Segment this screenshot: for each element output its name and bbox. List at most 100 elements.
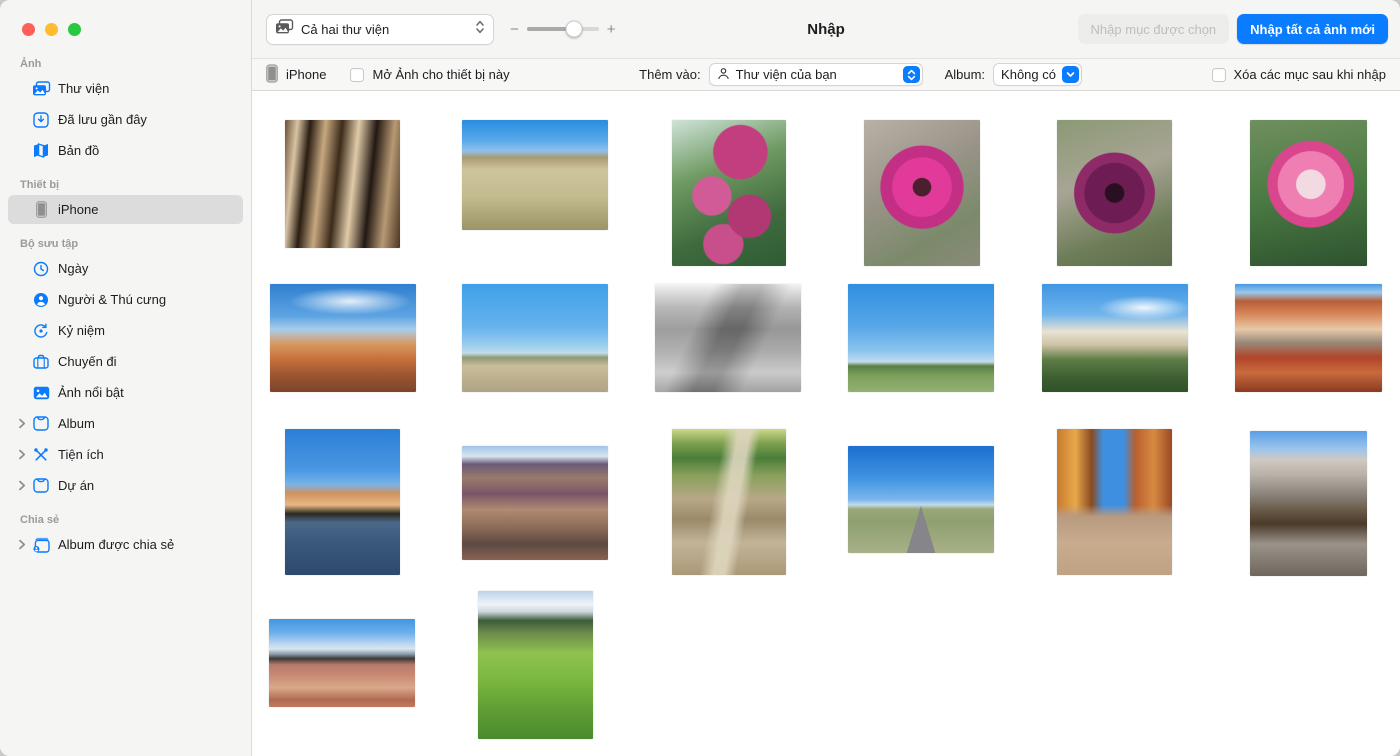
delete-after-import-checkbox[interactable] bbox=[1211, 67, 1226, 82]
sidebar: Ảnh Thư viện Đã lưu gần đây Bản đồ Thiết bị i… bbox=[0, 0, 252, 756]
sidebar-section-thiet-bi: Thiết bị iPhone bbox=[8, 179, 243, 224]
up-down-chevrons-icon bbox=[902, 66, 920, 83]
add-to-value: Thư viện của bạn bbox=[735, 67, 837, 82]
photo-thumbnail-petrified-logs[interactable] bbox=[1250, 431, 1367, 576]
sidebar-item-label: Album được chia sẻ bbox=[58, 537, 175, 552]
sidebar-section-title: Ảnh bbox=[20, 58, 42, 70]
photo-thumbnail-green-meadow[interactable] bbox=[478, 591, 593, 739]
album-select[interactable]: Không có bbox=[993, 63, 1082, 86]
sidebar-item-ngay[interactable]: Ngày bbox=[8, 254, 243, 283]
window-title: Nhập bbox=[807, 20, 845, 38]
sidebar-item-nguoi-thu-cung[interactable]: Người & Thú cưng bbox=[8, 285, 243, 314]
window-controls bbox=[8, 0, 243, 58]
library-filter-select[interactable]: Cả hai thư viện bbox=[266, 13, 494, 45]
photos-stack-icon bbox=[275, 18, 294, 40]
up-down-chevrons-icon bbox=[475, 20, 485, 39]
memories-icon bbox=[30, 323, 52, 339]
chevron-right-icon[interactable] bbox=[14, 418, 30, 429]
sidebar-item-label: Ngày bbox=[58, 261, 89, 276]
photos-app-window: Ảnh Thư viện Đã lưu gần đây Bản đồ Thiết bị i… bbox=[0, 0, 1400, 756]
sidebar-item-label: Dự án bbox=[58, 478, 95, 493]
sidebar-item-du-an[interactable]: Dự án bbox=[8, 471, 243, 500]
photo-thumbnail-pink-orchids[interactable] bbox=[672, 120, 786, 266]
sidebar-section-title: Bộ sưu tập bbox=[20, 238, 79, 250]
sidebar-item-label: Tiện ích bbox=[58, 447, 104, 462]
album-label: Album: bbox=[944, 67, 986, 82]
sidebar-item-label: Người & Thú cưng bbox=[58, 292, 167, 307]
chevron-right-icon[interactable] bbox=[14, 449, 30, 460]
sidebar-item-ban-o[interactable]: Bản đồ bbox=[8, 136, 243, 165]
thumbnail-zoom-slider: − + bbox=[510, 20, 616, 38]
sidebar-item-label: Bản đồ bbox=[58, 143, 100, 158]
zoom-slider-thumb[interactable] bbox=[565, 20, 583, 38]
sidebar-section-title: Thiết bị bbox=[20, 179, 60, 191]
zoom-in-label[interactable]: + bbox=[607, 22, 616, 37]
sidebar-item-ky-niem[interactable]: Kỷ niệm bbox=[8, 316, 243, 345]
zoom-slider-track[interactable] bbox=[526, 20, 599, 38]
photo-thumbnail-green-field-sky[interactable] bbox=[848, 284, 994, 392]
projects-icon bbox=[30, 478, 52, 493]
photo-thumbnail-badlands-bw[interactable] bbox=[655, 284, 801, 392]
sidebar-section-title: Chia sẻ bbox=[20, 514, 60, 526]
photos-library-icon bbox=[30, 80, 52, 97]
sidebar-item-thu-vien[interactable]: Thư viện bbox=[8, 74, 243, 103]
sidebar-section-anh: Ảnh Thư viện Đã lưu gần đây Bản đồ bbox=[8, 58, 243, 165]
sidebar-item-iphone[interactable]: iPhone bbox=[8, 195, 243, 224]
sidebar-item-label: Kỷ niệm bbox=[58, 323, 105, 338]
sidebar-section-chia-se: Chia sẻ Album được chia sẻ bbox=[8, 514, 243, 559]
sidebar-item-label: Album bbox=[58, 416, 95, 431]
photo-thumbnail-bryce-canyon-hoodoos[interactable] bbox=[270, 284, 416, 392]
sidebar-sections: Ảnh Thư viện Đã lưu gần đây Bản đồ Thiết bị i… bbox=[8, 58, 243, 559]
sidebar-item-a-luu-gan-ay[interactable]: Đã lưu gần đây bbox=[8, 105, 243, 134]
photo-thumbnail-grand-canyon-vista[interactable] bbox=[462, 446, 608, 560]
photo-thumbnail-slot-canyon-road[interactable] bbox=[1057, 429, 1172, 575]
delete-after-import-label[interactable]: Xóa các mục sau khi nhập bbox=[1234, 67, 1386, 82]
chevron-down-icon bbox=[1061, 66, 1079, 83]
import-selected-button[interactable]: Nhập mục được chọn bbox=[1077, 14, 1230, 44]
photo-thumbnail-desert-plain-sky[interactable] bbox=[462, 284, 608, 392]
sidebar-item-label: Chuyến đi bbox=[58, 354, 117, 369]
clock-icon bbox=[30, 261, 52, 277]
toolbar: Cả hai thư viện − + Nhập Nhập mục được c… bbox=[252, 0, 1400, 58]
photo-thumbnail-red-rock-cliffs[interactable] bbox=[1235, 284, 1382, 392]
photo-thumbnail-creek-through-meadow[interactable] bbox=[672, 429, 786, 575]
photo-thumbnail-white-domes-trees[interactable] bbox=[1042, 284, 1188, 392]
sidebar-item-chuyen-i[interactable]: Chuyến đi bbox=[8, 347, 243, 376]
photo-thumbnail-magenta-tulip[interactable] bbox=[864, 120, 980, 266]
shared-album-icon bbox=[30, 537, 52, 553]
import-all-button[interactable]: Nhập tất cả ảnh mới bbox=[1237, 14, 1388, 44]
map-icon bbox=[30, 143, 52, 158]
photo-thumbnail-prairie-butte[interactable] bbox=[462, 120, 608, 230]
person-icon bbox=[717, 67, 730, 83]
featured-icon bbox=[30, 386, 52, 400]
sidebar-item-label: Thư viện bbox=[58, 81, 110, 96]
album-icon bbox=[30, 416, 52, 431]
photo-thumbnail-purple-tulip[interactable] bbox=[1057, 120, 1172, 266]
open-photos-checkbox-label[interactable]: Mở Ảnh cho thiết bị này bbox=[372, 67, 509, 82]
photo-thumbnail-desert-highway[interactable] bbox=[848, 446, 994, 553]
minimize-button[interactable] bbox=[45, 23, 58, 36]
photo-thumbnail-bark-cliff-texture[interactable] bbox=[285, 120, 400, 248]
photo-thumbnail-painted-desert[interactable] bbox=[269, 619, 415, 707]
iphone-icon bbox=[266, 63, 278, 86]
sidebar-item-album[interactable]: Album bbox=[8, 409, 243, 438]
people-icon bbox=[30, 292, 52, 308]
sidebar-item-label: iPhone bbox=[58, 202, 99, 217]
zoom-out-label[interactable]: − bbox=[510, 22, 519, 37]
chevron-right-icon[interactable] bbox=[14, 539, 30, 550]
sidebar-item-tien-ich[interactable]: Tiện ích bbox=[8, 440, 243, 469]
sidebar-item-anh-noi-bat[interactable]: Ảnh nổi bật bbox=[8, 378, 243, 407]
photo-thumbnail-pink-white-tulip[interactable] bbox=[1250, 120, 1367, 266]
open-photos-checkbox[interactable] bbox=[350, 67, 365, 82]
sidebar-item-label: Ảnh nổi bật bbox=[58, 385, 124, 400]
sidebar-item-album-uoc-chia-se[interactable]: Album được chia sẻ bbox=[8, 530, 243, 559]
trips-icon bbox=[30, 354, 52, 369]
recently-saved-icon bbox=[30, 111, 52, 128]
close-button[interactable] bbox=[22, 23, 35, 36]
zoom-button[interactable] bbox=[68, 23, 81, 36]
add-to-select[interactable]: Thư viện của bạn bbox=[708, 63, 923, 86]
add-to-label: Thêm vào: bbox=[639, 67, 701, 82]
utilities-icon bbox=[30, 447, 52, 463]
chevron-right-icon[interactable] bbox=[14, 480, 30, 491]
photo-thumbnail-river-cliff-reflection[interactable] bbox=[285, 429, 400, 575]
